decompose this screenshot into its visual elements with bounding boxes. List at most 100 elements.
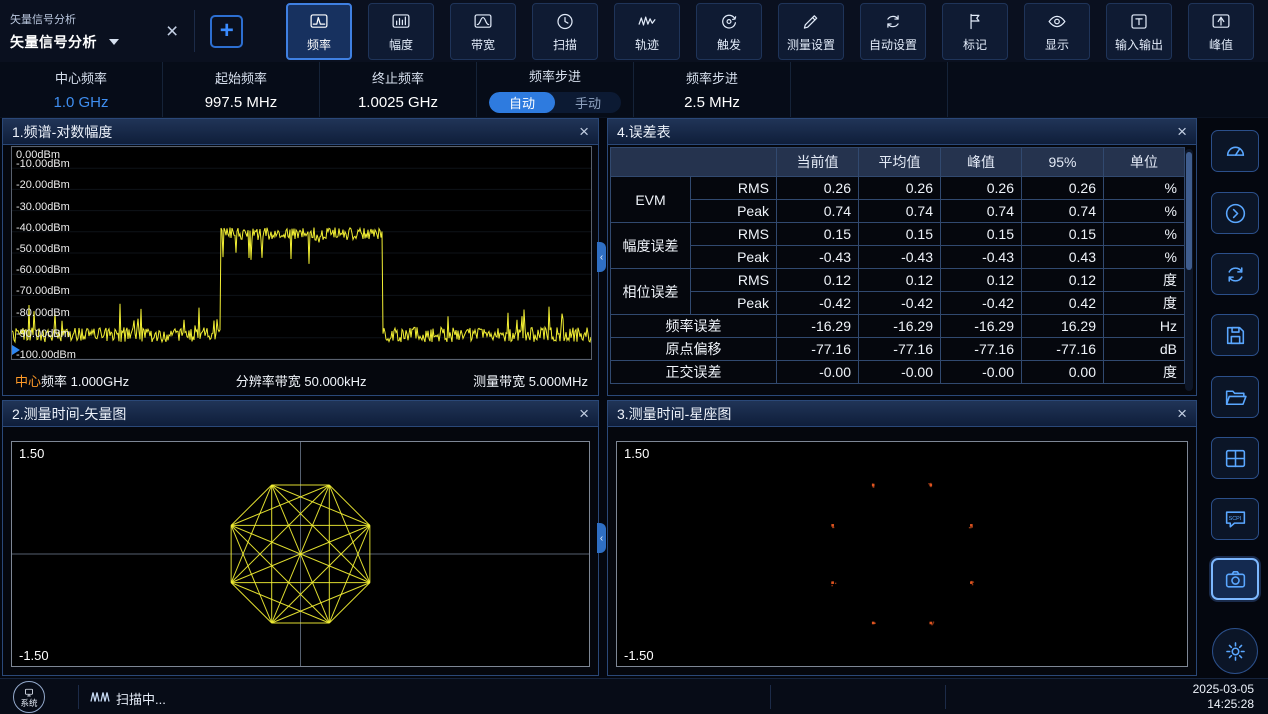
toolbar-button-display[interactable]: 显示 [1024,3,1090,60]
restart-icon [1223,262,1248,287]
param-stop-frequency[interactable]: 终止频率1.0025 GHz [320,62,477,117]
toolbar-button-sweep[interactable]: 扫描 [532,3,598,60]
panel-constellation-titlebar[interactable]: 3.测量时间-星座图 × [608,401,1196,427]
panel-splitter-handle[interactable]: ‹ [597,523,606,553]
toolbar-button-trigger[interactable]: 触发 [696,3,762,60]
right-sidebar: SCPI [1202,118,1268,678]
sidebar-restart-sweep-button[interactable] [1211,253,1259,295]
panel-constellation: 3.测量时间-星座图 × 1.50 -1.50 [607,400,1197,676]
marker-icon [962,11,988,32]
table-scrollbar[interactable] [1185,149,1193,391]
frequency-icon [306,11,332,32]
table-row: Peak-0.42-0.42-0.420.42度 [611,292,1185,315]
table-cell: -77.16 [777,338,859,361]
toolbar-button-label: 带宽 [471,36,495,53]
constellation-points [617,442,1187,666]
toolbar-button-label: 标记 [963,36,987,53]
toolbar-button-peak[interactable]: 峰值 [1188,3,1254,60]
table-cell: 0.12 [1022,269,1104,292]
unit-cell: % [1104,246,1185,269]
ribbon-toolbar: 频率 幅度带宽 扫描轨迹触发测量设置 自动设置标记 显示 输入输出峰值 [286,3,1254,60]
toolbar-button-frequency[interactable]: 频率 [286,3,352,60]
param-frequency-step-mode[interactable]: 频率步进自动手动 [477,62,634,117]
spectrum-plot[interactable]: 0.00dBm-10.00dBm-20.00dBm-30.00dBm-40.00… [11,146,592,360]
close-measurement-icon[interactable]: × [166,21,178,42]
system-label: 系统 [20,699,37,708]
toggle-option[interactable]: 自动 [489,92,555,113]
table-cell: -0.43 [859,246,941,269]
y-max-label: 1.50 [19,446,44,461]
table-row: 相位误差RMS0.120.120.120.12度 [611,269,1185,292]
close-icon[interactable]: × [1177,123,1187,140]
param-frequency-step[interactable]: 频率步进2.5 MHz [634,62,791,117]
sidebar-settings-button[interactable] [1212,628,1258,674]
toolbar-button-bandwidth[interactable]: 带宽 [450,3,516,60]
toolbar-button-label: 显示 [1045,36,1069,53]
row-sub-label: RMS [691,223,777,246]
clock: 2025-03-05 14:25:28 [1193,682,1254,712]
toolbar-button-trace[interactable]: 轨迹 [614,3,680,60]
system-button[interactable]: 系统 [13,681,45,713]
table-cell: 0.74 [859,200,941,223]
sidebar-preset-button[interactable] [1211,130,1259,172]
table-cell: 0.12 [859,269,941,292]
table-cell: -77.16 [941,338,1022,361]
row-label: 正交误差 [611,361,777,384]
system-icon [23,687,35,699]
toolbar-button-io[interactable]: 输入输出 [1106,3,1172,60]
sidebar-open-file-button[interactable] [1211,376,1259,418]
constellation-plot[interactable]: 1.50 -1.50 [616,441,1188,667]
param-value: 1.0 GHz [53,94,108,111]
sidebar-single-run-button[interactable] [1211,192,1259,234]
toolbar-button-meas-setup[interactable]: 测量设置 [778,3,844,60]
table-cell: -0.42 [777,292,859,315]
table-cell: -16.29 [941,315,1022,338]
panel-vector-titlebar[interactable]: 2.测量时间-矢量图 × [3,401,598,427]
time: 14:25:28 [1193,697,1254,712]
sidebar-screenshot-button[interactable] [1211,558,1259,600]
rbw-readout: 分辨率带宽 50.000kHz [236,371,367,390]
vector-plot[interactable]: 1.50 -1.50 [11,441,590,667]
close-icon[interactable]: × [579,123,589,140]
param-start-frequency[interactable]: 起始频率997.5 MHz [163,62,320,117]
scpi-icon: SCPI [1223,507,1248,532]
unit-cell: % [1104,177,1185,200]
panel-title: 1.频谱-对数幅度 [12,122,112,142]
table-cell: 0.42 [1022,292,1104,315]
toggle-option[interactable]: 手动 [555,92,621,113]
row-group-label: 相位误差 [611,269,691,315]
toolbar-button-label: 测量设置 [787,36,835,53]
add-measurement-button[interactable]: + [210,15,243,48]
chevron-down-icon[interactable] [109,39,119,45]
row-label: 原点偏移 [611,338,777,361]
table-cell: 0.26 [859,177,941,200]
toolbar-button-auto-setup[interactable]: 自动设置 [860,3,926,60]
table-cell: 0.43 [1022,246,1104,269]
scrollbar-thumb[interactable] [1186,152,1192,270]
table-row: Peak-0.43-0.43-0.430.43% [611,246,1185,269]
table-cell: 0.26 [941,177,1022,200]
auto-manual-toggle[interactable]: 自动手动 [489,92,621,113]
param-spacer [791,62,948,117]
panel-spectrum-titlebar[interactable]: 1.频谱-对数幅度 × [3,119,598,145]
close-icon[interactable]: × [579,405,589,422]
open-icon [1223,385,1248,410]
toolbar-button-marker[interactable]: 标记 [942,3,1008,60]
panel-error-table-titlebar[interactable]: 4.误差表 × [608,119,1196,145]
toolbar-button-label: 频率 [307,36,331,53]
sidebar-save-button[interactable] [1211,314,1259,356]
table-header: 平均值 [859,148,941,177]
param-center-frequency[interactable]: 中心频率1.0 GHz [0,62,163,117]
screenshot-icon [1223,567,1248,592]
center-marker-label: 中心 [15,374,41,389]
table-header: 峰值 [941,148,1022,177]
toolbar-button-amplitude[interactable]: 幅度 [368,3,434,60]
close-icon[interactable]: × [1177,405,1187,422]
error-table-body: 当前值平均值峰值95%单位EVMRMS0.260.260.260.26%Peak… [608,147,1196,397]
measurement-selector[interactable]: 矢量信号分析 矢量信号分析 [10,11,160,52]
table-cell: 0.74 [777,200,859,223]
panel-splitter-handle[interactable]: ‹ [597,242,606,272]
table-header: 单位 [1104,148,1185,177]
sidebar-scpi-button[interactable]: SCPI [1211,498,1259,540]
sidebar-window-layout-button[interactable] [1211,437,1259,479]
